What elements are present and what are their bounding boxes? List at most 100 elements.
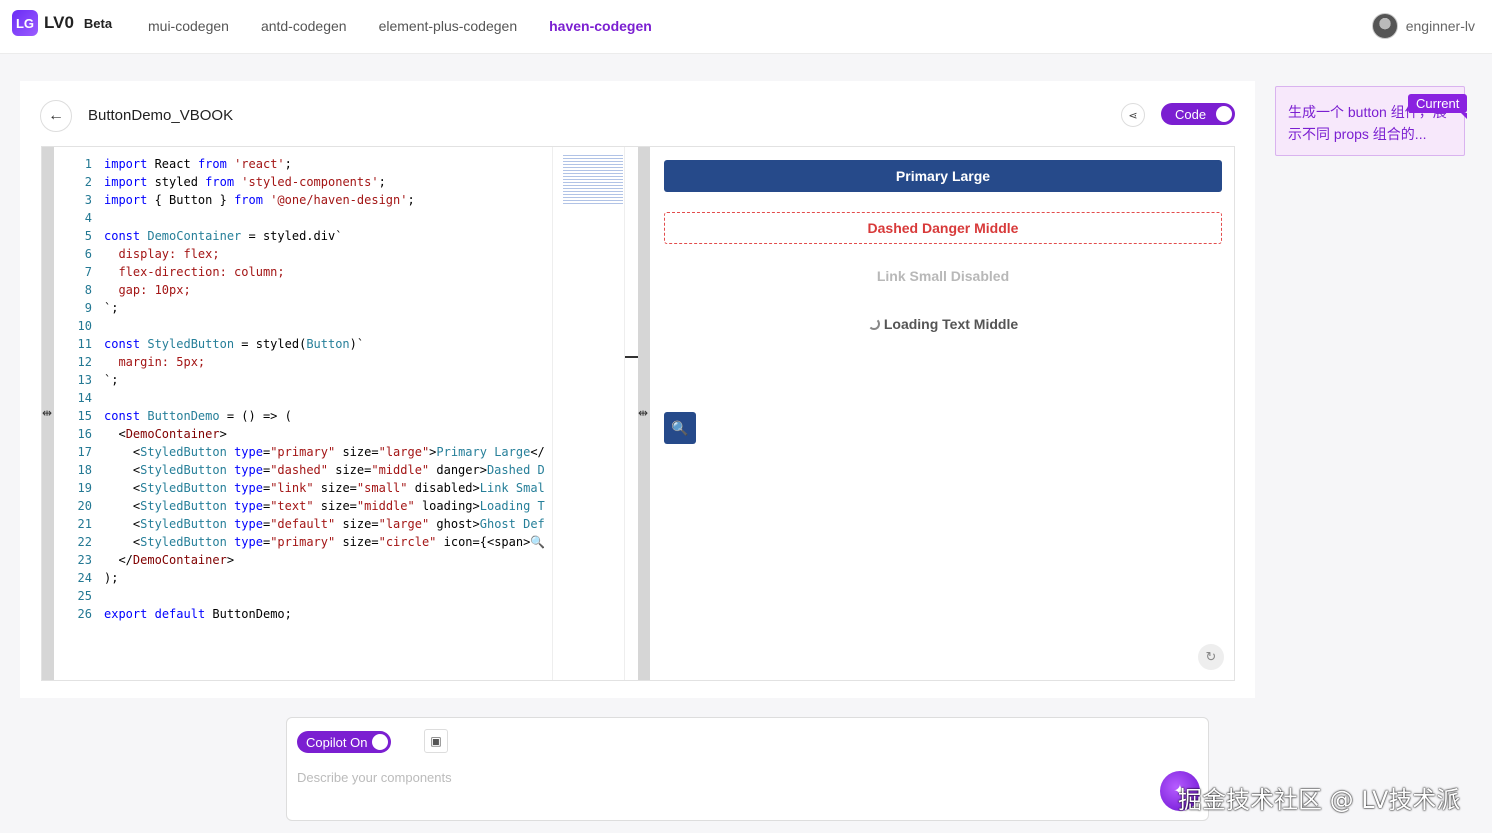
editor-preview-panel: 1 2 3 4 5 6 7 8 9 10 11 12 13 14 15 16 1… (41, 146, 1235, 681)
prompt-box: Copilot On ▣ ✦ (286, 717, 1209, 821)
code-line: const StyledButton = styled(Button)` (104, 337, 365, 351)
brand-name: LV0 (44, 13, 74, 32)
describe-components-input[interactable] (297, 766, 1117, 788)
beta-badge: Beta (83, 15, 113, 31)
code-line: const ButtonDemo = () => ( (104, 409, 292, 423)
image-icon: ▣ (430, 734, 442, 748)
line-number: 6 (84, 247, 92, 261)
line-number: 26 (77, 607, 92, 621)
back-button[interactable]: ← (40, 100, 72, 132)
line-number: 22 (77, 535, 92, 549)
share-icon: ⋖ (1128, 109, 1138, 122)
loading-button-label: Loading Text Middle (883, 316, 1019, 332)
preview-dashed-danger-button[interactable]: Dashed Danger Middle (664, 212, 1222, 244)
line-number: 12 (77, 355, 92, 369)
line-number: 19 (77, 481, 92, 495)
code-content[interactable]: import React from 'react'; import styled … (104, 155, 552, 623)
preview-link-disabled-button: Link Small Disabled (876, 268, 1010, 284)
line-number: 3 (84, 193, 92, 207)
code-line: <StyledButton type="dashed" size="middle… (104, 463, 545, 477)
line-number: 23 (77, 553, 92, 567)
line-number: 20 (77, 499, 92, 513)
code-line: <StyledButton type="text" size="middle" … (104, 499, 545, 513)
user-menu[interactable]: enginner-lv (1371, 13, 1475, 39)
line-number: 11 (77, 337, 92, 351)
refresh-preview-button[interactable]: ↻ (1198, 644, 1224, 670)
code-line: display: flex; (118, 247, 220, 261)
code-line: </DemoContainer> (104, 553, 235, 567)
preview-loading-button[interactable]: Loading Text Middle (664, 308, 1222, 340)
line-number: 25 (77, 589, 92, 603)
current-badge: Current (1408, 94, 1468, 119)
line-number: 15 (77, 409, 92, 423)
line-number: 21 (77, 517, 92, 531)
line-number: 8 (84, 283, 92, 297)
project-header: ← ButtonDemo_VBOOK ⋖ Code (40, 100, 1235, 132)
toggle-knob (372, 734, 388, 750)
resize-handle-icon[interactable]: ⇹ (42, 406, 52, 420)
line-number: 13 (77, 373, 92, 387)
resize-handle-icon[interactable]: ⇹ (638, 406, 648, 420)
search-icon: 🔍 (671, 419, 689, 436)
code-line: gap: 10px; (118, 283, 191, 297)
code-line: import { Button } from '@one/haven-desig… (104, 193, 415, 207)
line-number: 9 (84, 301, 92, 315)
code-line: <StyledButton type="link" size="small" d… (104, 481, 545, 495)
project-card: ← ButtonDemo_VBOOK ⋖ Code 1 2 3 4 5 6 7 … (20, 81, 1255, 698)
editor-scrollbar[interactable] (624, 147, 639, 680)
username: enginner-lv (1405, 18, 1475, 34)
code-line: <StyledButton type="default" size="large… (104, 517, 545, 531)
nav-item-antd-codegen[interactable]: antd-codegen (261, 18, 347, 34)
codegen-nav: mui-codegen antd-codegen element-plus-co… (148, 18, 652, 34)
line-number: 7 (84, 265, 92, 279)
project-title: ButtonDemo_VBOOK (88, 107, 234, 124)
code-line: import React from 'react'; (104, 157, 292, 171)
code-line: ); (104, 571, 119, 585)
nav-item-element-plus-codegen[interactable]: element-plus-codegen (379, 18, 518, 34)
share-button[interactable]: ⋖ (1121, 103, 1145, 127)
line-number: 14 (77, 391, 92, 405)
code-line: <StyledButton type="primary" size="large… (104, 445, 545, 459)
logo-icon: LG (12, 10, 38, 36)
preview-primary-large-button[interactable]: Primary Large (664, 160, 1222, 192)
component-preview: Primary Large Dashed Danger Middle Link … (650, 147, 1234, 680)
line-numbers: 1 2 3 4 5 6 7 8 9 10 11 12 13 14 15 16 1… (54, 155, 92, 623)
code-line: const DemoContainer = styled.div` (104, 229, 343, 243)
code-line: margin: 5px; (118, 355, 206, 369)
code-line: `; (104, 373, 119, 387)
line-number: 4 (84, 211, 92, 225)
code-line: import styled from 'styled-components'; (104, 175, 386, 189)
arrow-left-icon: ← (48, 107, 64, 124)
copilot-toggle[interactable]: Copilot On (297, 731, 391, 753)
code-line: <StyledButton type="primary" size="circl… (104, 535, 546, 549)
code-line: `; (104, 301, 119, 315)
line-number: 24 (77, 571, 92, 585)
loading-spinner-icon (867, 318, 880, 330)
copilot-toggle-label: Copilot On (306, 734, 368, 750)
code-editor[interactable]: 1 2 3 4 5 6 7 8 9 10 11 12 13 14 15 16 1… (42, 147, 639, 680)
scrollbar-thumb[interactable] (625, 356, 639, 358)
code-line: <DemoContainer> (104, 427, 227, 441)
code-minimap[interactable] (552, 147, 624, 680)
line-number: 5 (84, 229, 92, 243)
top-navbar: LG LV0 Beta mui-codegen antd-codegen ele… (0, 0, 1492, 54)
code-toggle-label: Code (1175, 106, 1207, 122)
nav-item-haven-codegen[interactable]: haven-codegen (549, 18, 652, 34)
upload-image-button[interactable]: ▣ (424, 729, 448, 753)
toggle-knob (1216, 106, 1232, 122)
avatar[interactable] (1371, 13, 1398, 39)
code-line: export default ButtonDemo; (104, 607, 292, 621)
minimap-content (563, 155, 623, 205)
code-line: flex-direction: column; (118, 265, 285, 279)
line-number: 17 (77, 445, 92, 459)
line-number: 10 (77, 319, 92, 333)
brand-logo[interactable]: LG LV0 Beta (12, 10, 112, 36)
nav-item-mui-codegen[interactable]: mui-codegen (148, 18, 229, 34)
code-toggle[interactable]: Code (1161, 103, 1235, 125)
preview-search-icon-button[interactable]: 🔍 (664, 412, 696, 444)
line-number: 2 (84, 175, 92, 189)
line-number: 1 (84, 157, 92, 171)
split-pane-divider[interactable]: ⇹ (638, 147, 650, 680)
